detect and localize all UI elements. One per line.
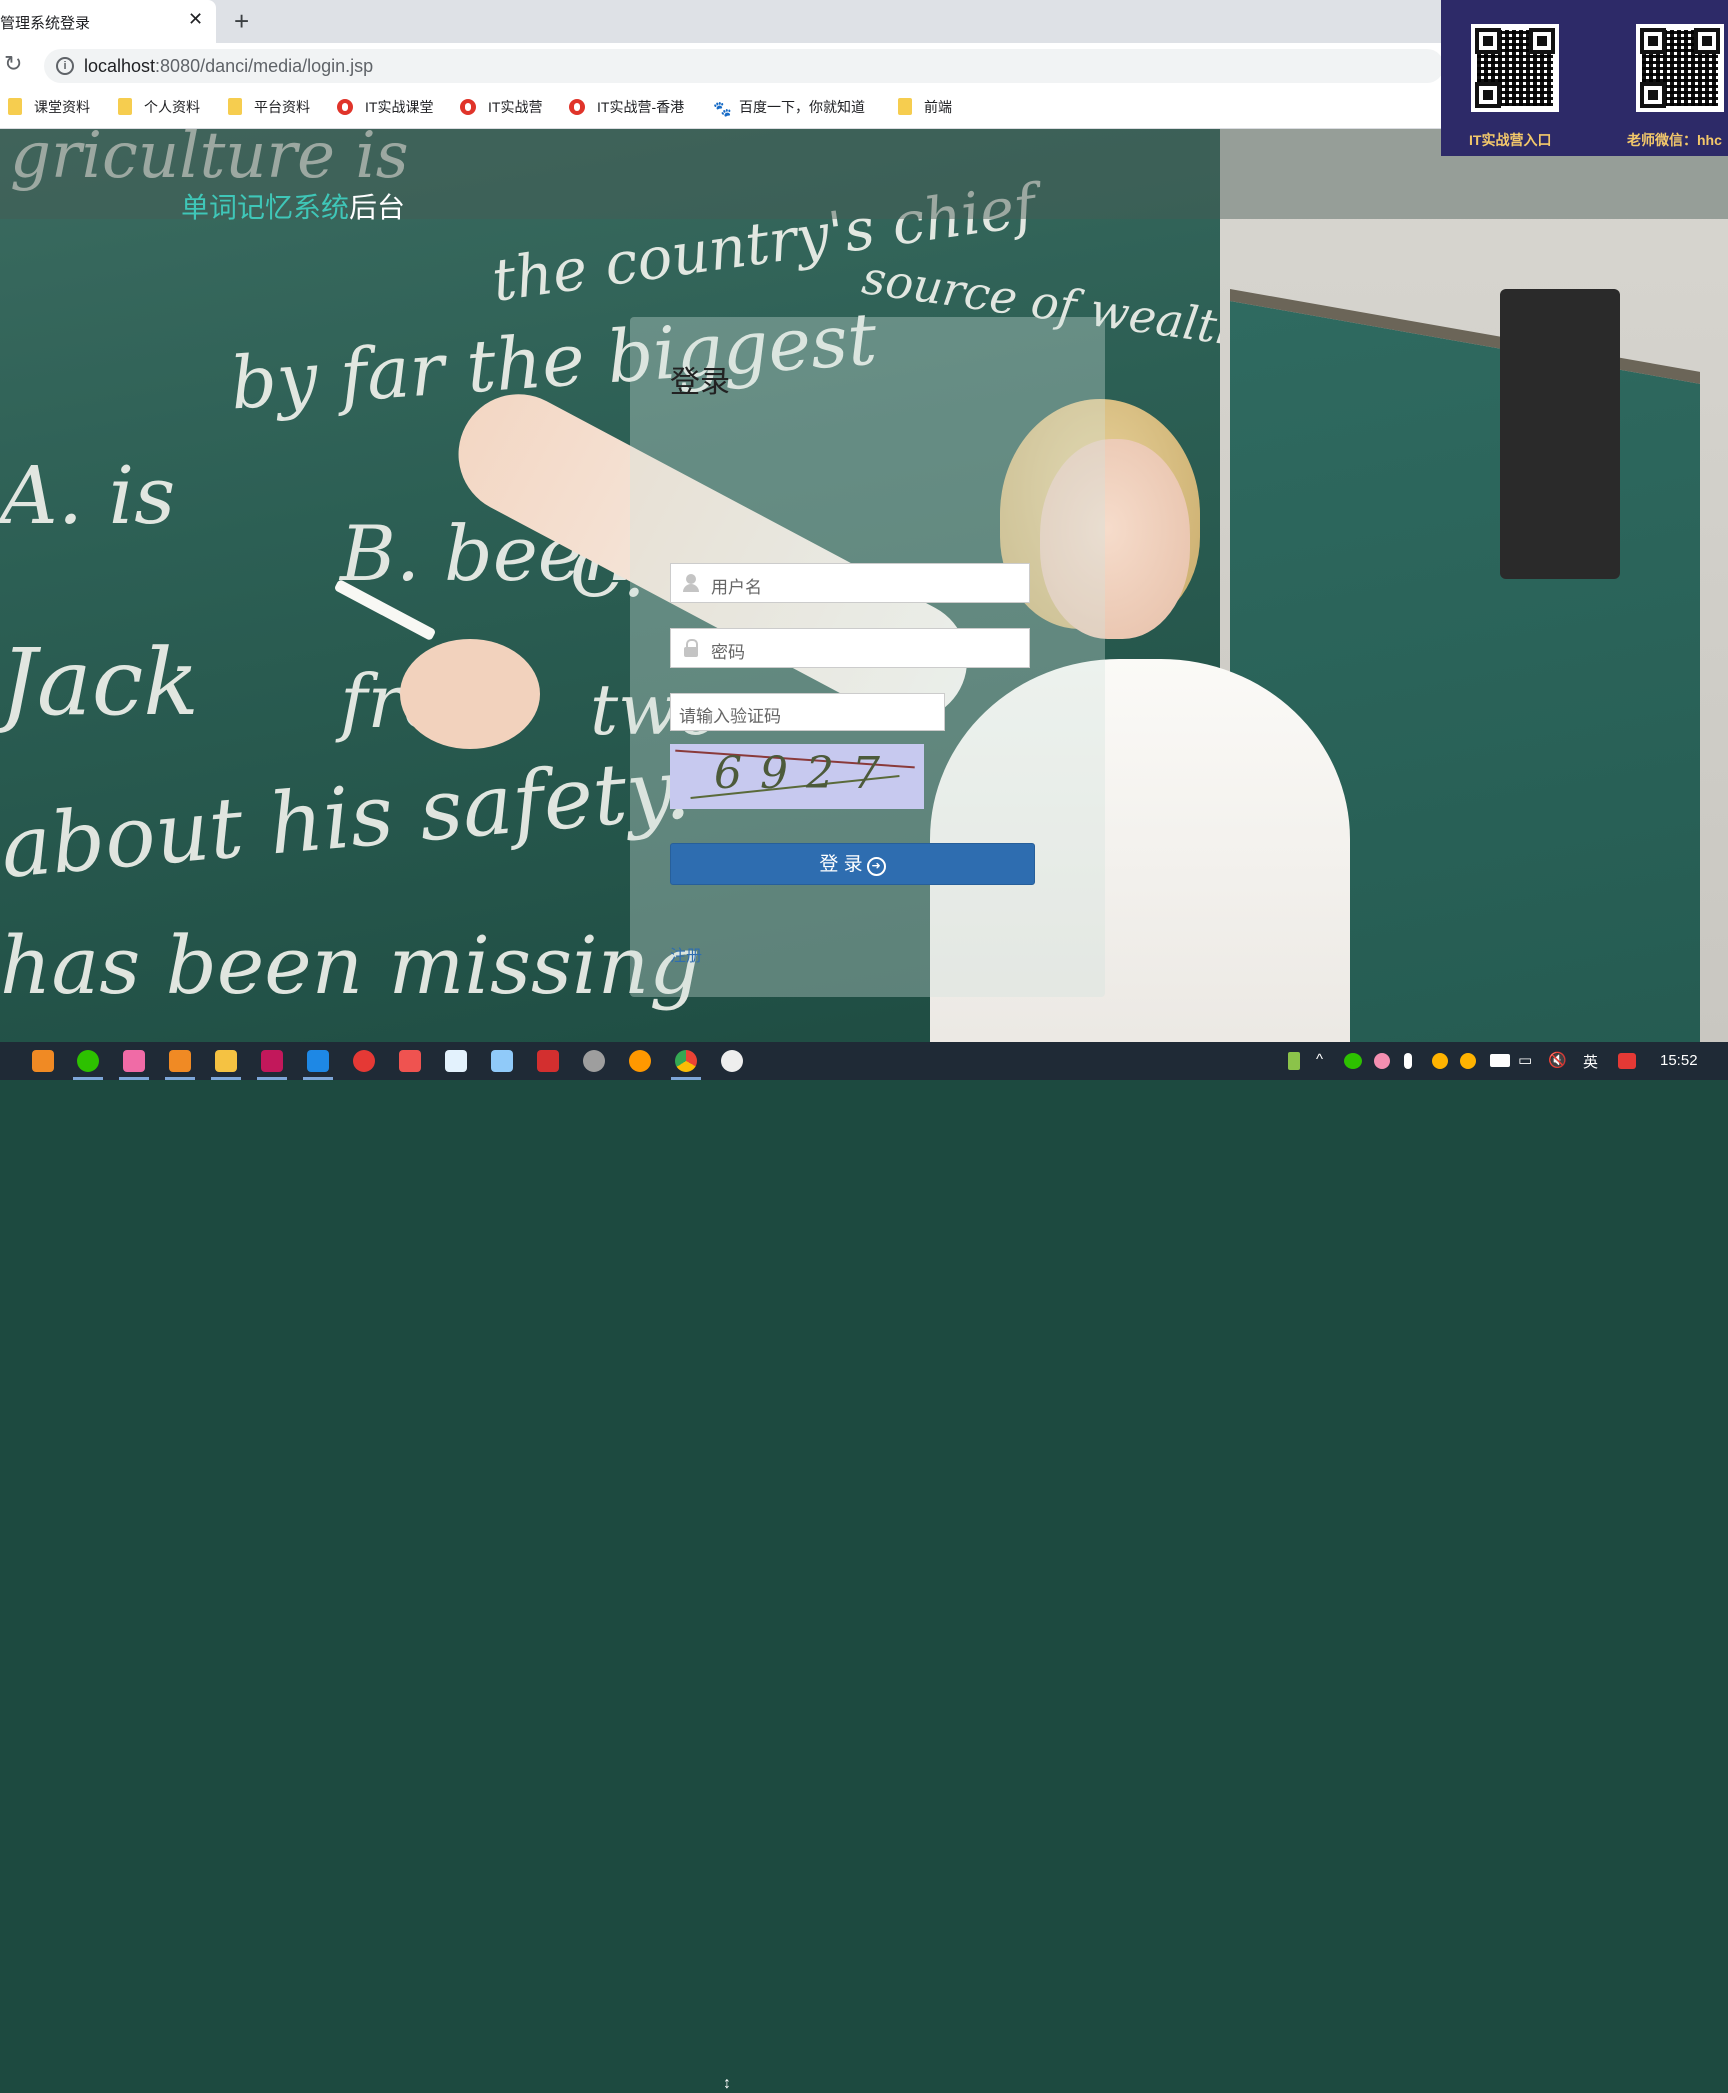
qr-finder [1640, 28, 1666, 54]
settings-icon[interactable] [583, 1050, 605, 1072]
system-clock[interactable]: 15:52 [1660, 1052, 1698, 1069]
app-icon[interactable] [307, 1050, 329, 1072]
background-speaker [1500, 289, 1620, 579]
browser-tab-active[interactable]: 管理系统登录 ✕ [0, 0, 216, 43]
brand-title-part1: 单词记忆系统 [181, 191, 350, 224]
captcha-placeholder: 请输入验证码 [679, 707, 781, 726]
app-icon[interactable] [32, 1050, 54, 1072]
battery-status-icon[interactable] [1490, 1054, 1510, 1067]
qr-finder [1640, 82, 1666, 108]
battery-icon[interactable] [1288, 1052, 1300, 1070]
reload-icon[interactable]: ↻ [4, 51, 22, 77]
background-teacher-hand [400, 639, 540, 749]
password-placeholder: 密码 [711, 643, 745, 662]
app-icon[interactable] [399, 1050, 421, 1072]
username-field[interactable]: 用户名 [670, 563, 1030, 603]
site-icon [337, 99, 353, 115]
captcha-code: 6927 [714, 748, 898, 799]
folder-icon [228, 98, 242, 115]
chalk-text: A. is [0, 449, 176, 542]
user-icon [683, 574, 699, 592]
url-host: localhost [84, 56, 156, 76]
app-icon[interactable] [491, 1050, 513, 1072]
network-icon[interactable]: ▭ [1518, 1051, 1532, 1069]
qq-icon[interactable] [1460, 1053, 1476, 1069]
qr-finder [1529, 28, 1555, 54]
ime-indicator[interactable]: 英 [1583, 1051, 1598, 1072]
qr-left-label: IT实战营入口 [1469, 132, 1552, 148]
baidu-icon: 🐾 [713, 101, 732, 118]
bookmark-item[interactable]: IT实战课堂 [337, 97, 433, 117]
qr-code-left [1471, 24, 1559, 112]
arrow-right-circle-icon: ➜ [866, 857, 886, 876]
bookmark-item[interactable]: IT实战营 [460, 97, 542, 117]
folder-icon [898, 98, 912, 115]
login-button[interactable]: 登 录 ➜ [670, 843, 1035, 885]
brand-title-part2: 后台 [349, 191, 406, 224]
captcha-image[interactable]: 6927 [670, 744, 924, 809]
chalk-text: Jack [0, 629, 200, 736]
site-icon [460, 99, 476, 115]
close-tab-icon[interactable]: ✕ [188, 9, 203, 30]
qr-finder [1475, 28, 1501, 54]
login-panel: 登录 用户名 密码 请输入验证码 6927 登 录 ➜ 注册 [630, 317, 1105, 997]
folder-icon [8, 98, 22, 115]
login-button-label: 登 录 [819, 854, 863, 875]
bookmark-item[interactable]: 🐾 百度一下，你就知道 [713, 97, 865, 118]
bookmark-item[interactable]: 前端 [898, 97, 952, 117]
site-icon [569, 99, 585, 115]
file-explorer-icon[interactable] [215, 1050, 237, 1072]
new-tab-button[interactable]: + [234, 6, 249, 37]
brand-title: 单词记忆系统后台 [181, 186, 405, 226]
app-icon[interactable] [123, 1050, 145, 1072]
omnibox[interactable]: i localhost:8080/danci/media/login.jsp [44, 49, 1444, 83]
chat-icon[interactable] [721, 1050, 743, 1072]
login-page: griculture is the country's chief source… [0, 129, 1728, 1042]
login-title: 登录 [670, 365, 730, 400]
qr-finder [1694, 28, 1720, 54]
url-path: :8080/danci/media/login.jsp [155, 56, 374, 76]
sogou-input-icon[interactable] [1618, 1053, 1636, 1069]
app-icon[interactable] [629, 1050, 651, 1072]
register-link[interactable]: 注册 [670, 942, 702, 966]
wechat-icon[interactable] [77, 1050, 99, 1072]
qr-overlay: IT实战营入口 老师微信：hhc [1441, 0, 1728, 156]
username-placeholder: 用户名 [711, 578, 762, 597]
qr-right-label: 老师微信：hhc [1627, 132, 1722, 148]
folder-icon [118, 98, 132, 115]
bookmark-item[interactable]: 个人资料 [118, 97, 200, 117]
chevron-up-icon[interactable]: ^ [1316, 1051, 1323, 1068]
captcha-input[interactable]: 请输入验证码 [670, 693, 945, 731]
chalk-text: about his safety. [0, 739, 694, 897]
site-info-icon[interactable]: i [56, 57, 74, 75]
bookmark-item[interactable]: 课堂资料 [8, 97, 90, 117]
microphone-icon[interactable] [1404, 1053, 1412, 1069]
app-icon[interactable] [169, 1050, 191, 1072]
qr-code-right [1636, 24, 1724, 112]
url-text[interactable]: localhost:8080/danci/media/login.jsp [84, 56, 373, 77]
mute-volume-icon[interactable]: 🔇 [1548, 1051, 1567, 1069]
netease-music-icon[interactable] [353, 1050, 375, 1072]
wechat-tray-icon[interactable] [1344, 1053, 1362, 1069]
tab-title: 管理系统登录 [0, 15, 91, 32]
intellij-icon[interactable] [261, 1050, 283, 1072]
bookmark-item[interactable]: IT实战营-香港 [569, 97, 684, 117]
taskbar: ↕ ^ ▭ 🔇 英 15:52 [0, 1042, 1728, 2092]
chalk-text: has been missing [0, 919, 701, 1012]
chrome-icon[interactable] [675, 1050, 697, 1072]
app-icon[interactable] [445, 1050, 467, 1072]
password-field[interactable]: 密码 [670, 628, 1030, 668]
wps-icon[interactable] [537, 1050, 559, 1072]
qr-finder [1475, 82, 1501, 108]
lock-icon [683, 639, 699, 657]
qq-icon[interactable] [1432, 1053, 1448, 1069]
mouse-cursor-icon: ↕ [723, 2075, 731, 2092]
bookmark-item[interactable]: 平台资料 [228, 97, 310, 117]
app-tray-icon[interactable] [1374, 1053, 1390, 1069]
